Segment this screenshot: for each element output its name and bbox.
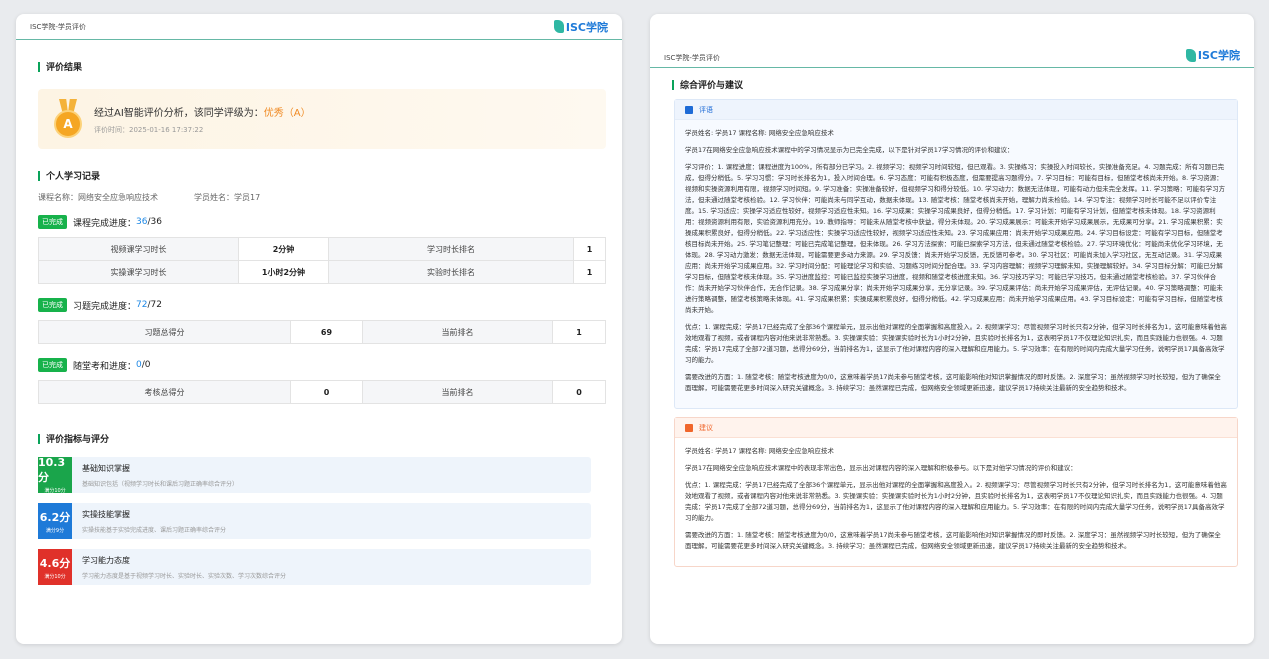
suggestion-box: 建议 学员姓名: 学员17 课程名称: 网络安全应急响应技术 学员17在网络安全… xyxy=(674,417,1238,567)
header-title: ISC学院-学员评价 xyxy=(664,54,720,62)
strengths-text: 优点：1. 课程完成：学员17已经完成了全部36个课程单元，显示出他对课程的全面… xyxy=(685,481,1227,522)
student-info: 学员姓名: 学员17 课程名称: 网络安全应急响应技术 xyxy=(685,447,834,455)
strengths-text: 优点：1. 课程完成：学员17已经完成了全部36个课程单元，显示出他对课程的全面… xyxy=(685,323,1227,364)
isc-logo: ISC学院 xyxy=(1185,47,1240,63)
course-table: 视频课学习时长 2分钟 学习时长排名 1 实操课学习时长 1小时2分钟 实验时长排名 1 xyxy=(38,237,606,284)
status-badge: 已完成 xyxy=(38,215,67,229)
student-name: 学员姓名：学员17 xyxy=(194,193,261,202)
chat-icon xyxy=(685,423,693,432)
status-badge: 已完成 xyxy=(38,358,67,372)
student-info: 学员姓名: 学员17 课程名称: 网络安全应急响应技术 xyxy=(685,129,834,137)
score-badge: 10.3分 满分10分 xyxy=(38,456,72,494)
indicator-card: 10.3分 满分10分 基础知识掌握 基础知识包括（视频学习时长和课后习题正确率综合评… xyxy=(38,456,591,494)
intro-text: 学员17在网络安全应急响应技术课程中的表现非常出色，显示出对课程内容的深入理解和… xyxy=(685,464,1077,472)
eval-grade: 优秀（A） xyxy=(263,107,311,119)
table-row: 视频课学习时长 2分钟 学习时长排名 1 xyxy=(38,237,606,261)
right-page: ISC学院-学员评价 ISC学院 综合评价与建议 评语 学员姓名: 学员17 课… xyxy=(650,14,1254,644)
summary-title: 综合评价与建议 xyxy=(672,78,1254,91)
page-header: ISC学院-学员评价 ISC学院 xyxy=(16,14,622,40)
left-page: ISC学院-学员评价 ISC学院 评价结果 A 经过AI智能评价分析，该同学评级… xyxy=(16,14,622,644)
header-title: ISC学院-学员评价 xyxy=(30,22,86,31)
improve-text: 需要改进的方面：1. 随堂考核：随堂考核进度为0/0，这意味着学员17尚未参与随… xyxy=(685,531,1221,550)
record-title: 个人学习记录 xyxy=(38,169,622,182)
comment-header: 评语 xyxy=(675,100,1237,120)
eval-time: 评价时间：2025-01-16 17:37:22 xyxy=(94,125,204,134)
status-badge: 已完成 xyxy=(38,298,67,312)
page-header: ISC学院-学员评价 ISC学院 xyxy=(650,14,1254,68)
indicator-card: 4.6分 满分10分 学习能力态度 学习能力态度是基于视频学习时长、实验时长、实验次数… xyxy=(38,549,591,585)
exam-progress: 已完成 随堂考和进度： 0/0 xyxy=(38,358,622,372)
eval-title: 评价结果 xyxy=(38,60,622,73)
improve-text: 需要改进的方面：1. 随堂考核：随堂考核进度为0/0，这意味着学员17尚未参与随… xyxy=(685,373,1221,392)
exercise-table: 习题总得分 69 当前排名 1 xyxy=(38,320,606,344)
exam-table: 考核总得分 0 当前排名 0 xyxy=(38,380,606,404)
isc-logo: ISC学院 xyxy=(553,19,608,35)
record-meta: 课程名称：网络安全应急响应技术 学员姓名：学员17 xyxy=(38,192,622,203)
logo-icon xyxy=(1185,48,1196,62)
eval-text: 经过AI智能评价分析，该同学评级为：优秀（A） xyxy=(94,107,311,119)
table-row: 习题总得分 69 当前排名 1 xyxy=(38,320,606,344)
indicator-card: 6.2分 满分9分 实操技能掌握 实操技能基于实验完成进度、课后习题正确率综合评分 xyxy=(38,503,591,539)
indicator-title: 评价指标与评分 xyxy=(38,432,622,445)
course-name: 课程名称：网络安全应急响应技术 xyxy=(38,193,158,202)
document-icon xyxy=(685,105,693,114)
score-badge: 6.2分 满分9分 xyxy=(38,503,72,539)
score-badge: 4.6分 满分10分 xyxy=(38,549,72,585)
medal-icon: A xyxy=(52,99,84,139)
comment-box: 评语 学员姓名: 学员17 课程名称: 网络安全应急响应技术 学员17在网络安全… xyxy=(674,99,1238,409)
table-row: 考核总得分 0 当前排名 0 xyxy=(38,380,606,404)
table-row: 实操课学习时长 1小时2分钟 实验时长排名 1 xyxy=(38,260,606,284)
exercise-progress: 已完成 习题完成进度： 72/72 xyxy=(38,298,622,312)
intro-text: 学员17在网络安全应急响应技术课程中的学习情况显示为已完全完成，以下是针对学员1… xyxy=(685,146,1014,154)
eval-detail: 学习评价：1. 课程进度：课程进度为100%，所有部分已学习。2. 视频学习：视… xyxy=(685,163,1226,314)
logo-icon xyxy=(553,20,564,33)
eval-result-card: A 经过AI智能评价分析，该同学评级为：优秀（A） 评价时间：2025-01-1… xyxy=(38,89,606,149)
suggestion-header: 建议 xyxy=(675,418,1237,438)
course-progress: 已完成 课程完成进度： 36/36 xyxy=(38,215,622,229)
